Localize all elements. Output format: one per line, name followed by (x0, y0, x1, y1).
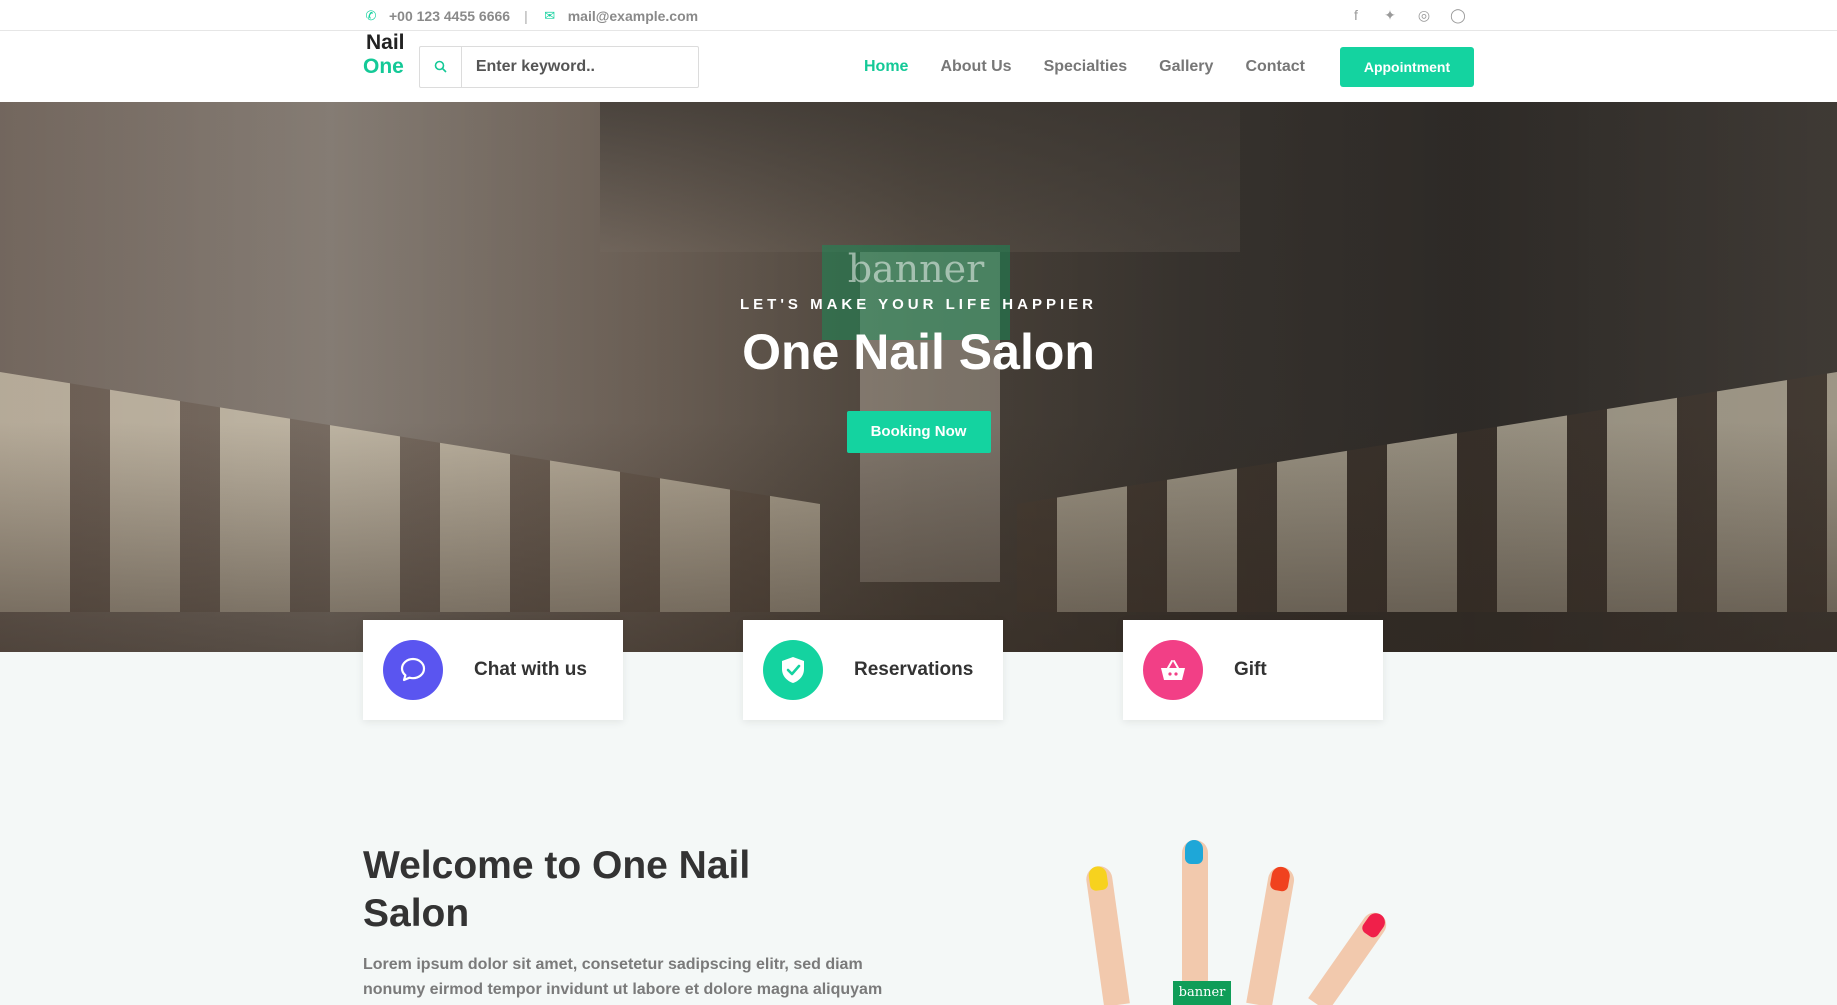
phone-number[interactable]: +00 123 4455 6666 (389, 8, 510, 24)
logo-one: One (363, 54, 404, 78)
finger-4 (1308, 908, 1391, 1005)
hero-tagline: LET'S MAKE YOUR LIFE HAPPIER (740, 296, 1097, 313)
nav-about-us[interactable]: About Us (940, 58, 1011, 76)
finger-3 (1246, 864, 1297, 1005)
site-logo[interactable]: One Nail (363, 31, 405, 79)
search-box (418, 45, 699, 88)
nail-yellow (1087, 865, 1109, 892)
hero-title: One Nail Salon (742, 324, 1095, 380)
feature-card-chat[interactable]: Chat with us (363, 620, 623, 720)
hero-content: LET'S MAKE YOUR LIFE HAPPIER One Nail Sa… (0, 296, 1837, 453)
nail-orange (1269, 865, 1292, 893)
shield-check-icon (763, 640, 823, 700)
welcome-title: Welcome to One Nail Salon (363, 844, 751, 935)
mail-icon: ✉ (544, 7, 556, 23)
feature-label-gift: Gift (1234, 659, 1267, 680)
nav-gallery[interactable]: Gallery (1159, 58, 1213, 76)
appointment-button[interactable]: Appointment (1340, 46, 1474, 87)
feature-card-reservations[interactable]: Reservations (743, 620, 1003, 720)
phone-icon: ✆ (365, 7, 377, 23)
nail-red (1359, 909, 1389, 940)
search-input[interactable] (461, 46, 698, 87)
dribbble-icon[interactable]: ◎ (1416, 7, 1432, 24)
booking-now-button[interactable]: Booking Now (846, 411, 991, 453)
nav-specialties[interactable]: Specialties (1044, 58, 1128, 76)
contact-separator: | (524, 7, 528, 24)
social-links: f ✦ ◎ ◯ (1348, 7, 1474, 24)
welcome-text: Lorem ipsum dolor sit amet, consetetur s… (363, 956, 883, 998)
email-address[interactable]: mail@example.com (568, 8, 698, 24)
welcome-section: Welcome to One Nail Salon Lorem ipsum do… (363, 842, 923, 1005)
manicured-hand-image: banner (1084, 838, 1391, 1005)
nail-blue (1185, 840, 1203, 864)
feature-card-gift[interactable]: Gift (1123, 620, 1383, 720)
finger-1 (1084, 864, 1130, 1005)
logo-nail: Nail (366, 31, 405, 54)
facebook-icon[interactable]: f (1348, 7, 1364, 24)
nav-menu: Home About Us Specialties Gallery Contac… (832, 46, 1474, 87)
hero-image-ceiling (600, 102, 1240, 252)
nav-home[interactable]: Home (864, 58, 908, 76)
basket-icon (1143, 640, 1203, 700)
main-navbar: OneNail Home About Us Specialties Galler… (0, 31, 1837, 102)
feature-cards: Chat with us Reservations Gift (363, 620, 1383, 720)
hero-image-floor (0, 422, 1837, 652)
feature-label-chat: Chat with us (474, 659, 587, 680)
nav-contact[interactable]: Contact (1245, 58, 1305, 76)
contact-info: ✆ +00 123 4455 6666 | ✉ mail@example.com (363, 7, 699, 24)
feature-label-reservations: Reservations (854, 659, 974, 680)
twitter-icon[interactable]: ✦ (1382, 7, 1398, 24)
instagram-icon[interactable]: ◯ (1450, 7, 1466, 24)
hero-banner: banner LET'S MAKE YOUR LIFE HAPPIER One … (0, 102, 1837, 652)
hand-banner-tag: banner (1173, 981, 1231, 1005)
search-icon[interactable] (420, 46, 462, 87)
chat-icon (383, 640, 443, 700)
top-bar: ✆ +00 123 4455 6666 | ✉ mail@example.com… (0, 0, 1837, 31)
